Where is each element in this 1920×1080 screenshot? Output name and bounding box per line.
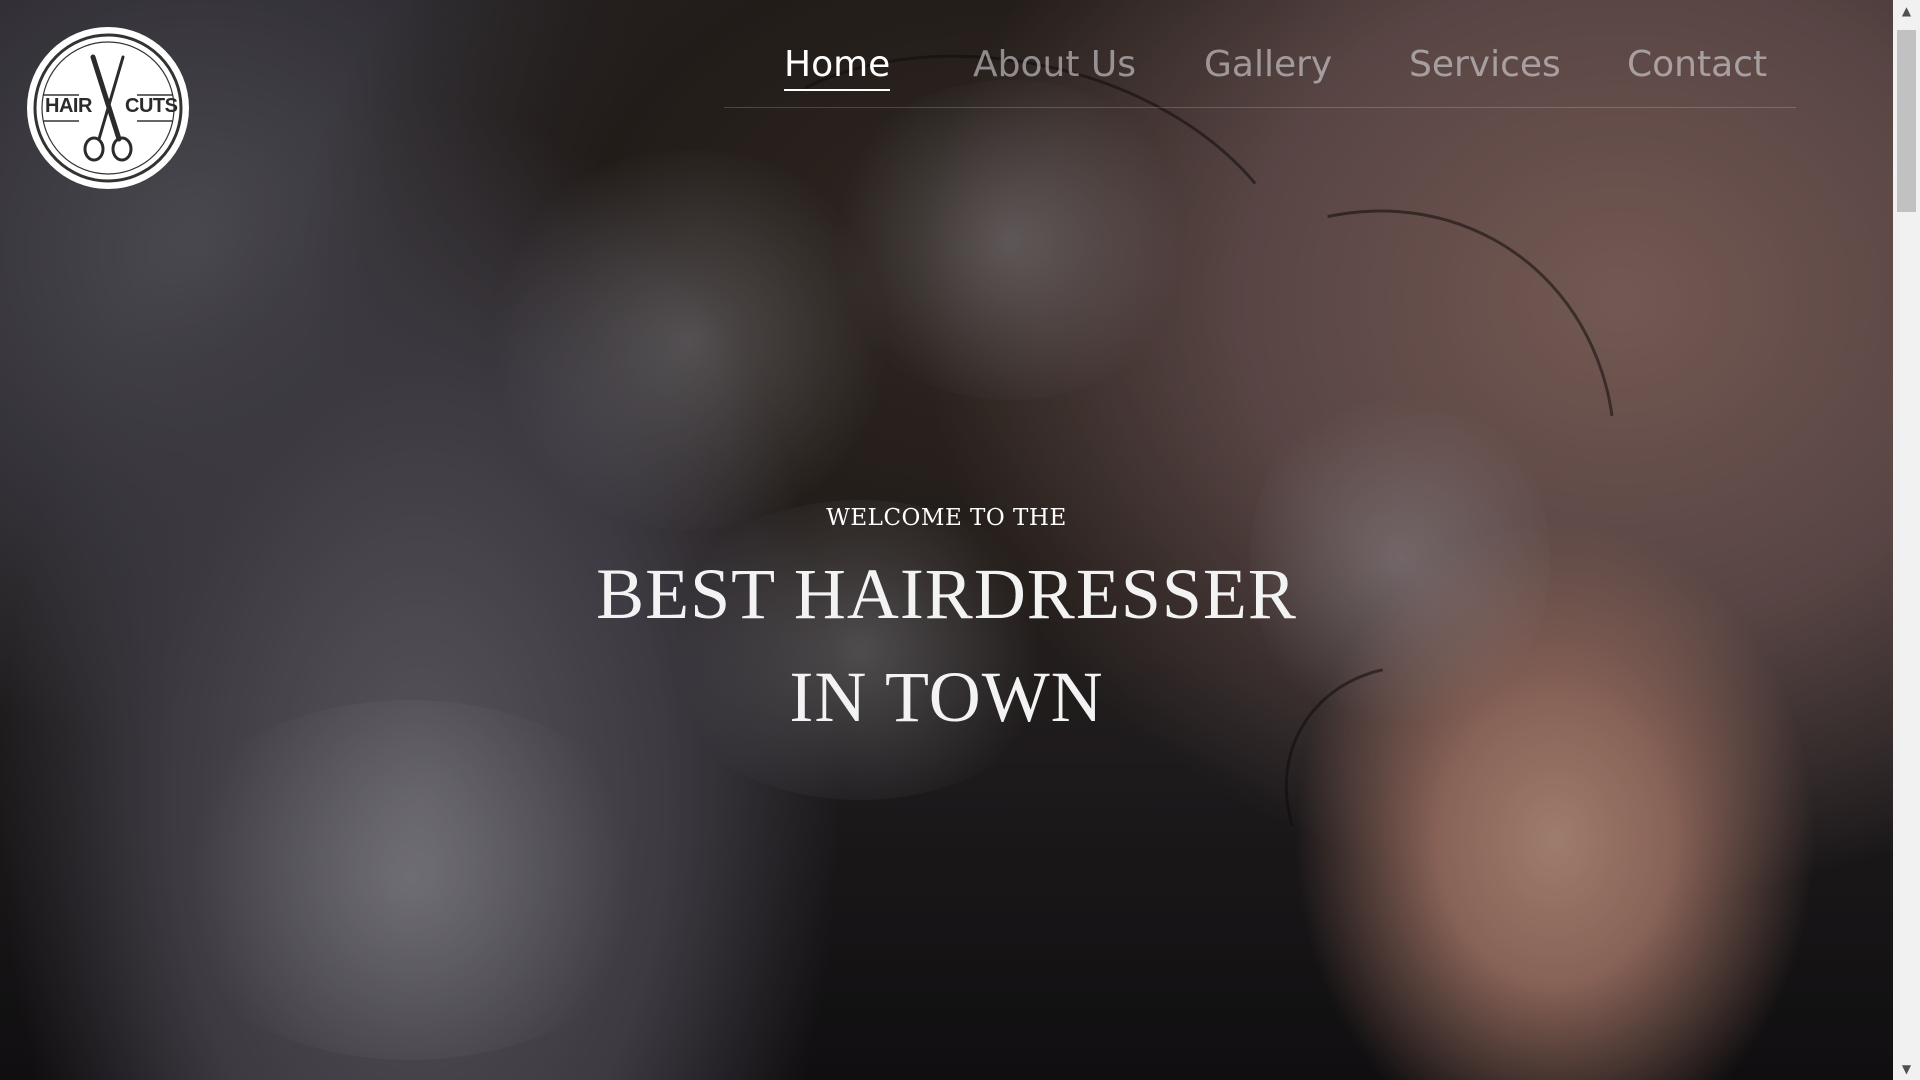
scrollbar-thumb[interactable]: [1897, 30, 1916, 212]
arrow-up-icon[interactable]: ▲: [1893, 0, 1920, 22]
nav-home[interactable]: Home: [784, 44, 891, 91]
nav-gallery[interactable]: Gallery: [1204, 44, 1332, 85]
logo-text-cuts: CUTS: [125, 95, 178, 117]
nav-contact[interactable]: Contact: [1627, 44, 1767, 85]
arrow-down-icon[interactable]: ▼: [1893, 1058, 1920, 1080]
hero-background: [0, 0, 1893, 1080]
hero-welcome-text: WELCOME TO THE: [826, 505, 1067, 531]
main-navigation: Home About Us Gallery Services Contact: [724, 0, 1796, 108]
vertical-scrollbar[interactable]: ▲ ▼: [1893, 0, 1920, 1080]
hero-overlay: [0, 0, 1893, 1080]
nav-services[interactable]: Services: [1409, 44, 1561, 85]
nav-about-us[interactable]: About Us: [973, 44, 1136, 85]
logo-text-hair: HAIR: [45, 95, 92, 117]
hero-headline-line2: IN TOWN: [789, 657, 1104, 737]
hero-headline-line1: BEST HAIRDRESSER: [596, 554, 1297, 634]
site-logo[interactable]: HAIR CUTS: [27, 27, 189, 189]
